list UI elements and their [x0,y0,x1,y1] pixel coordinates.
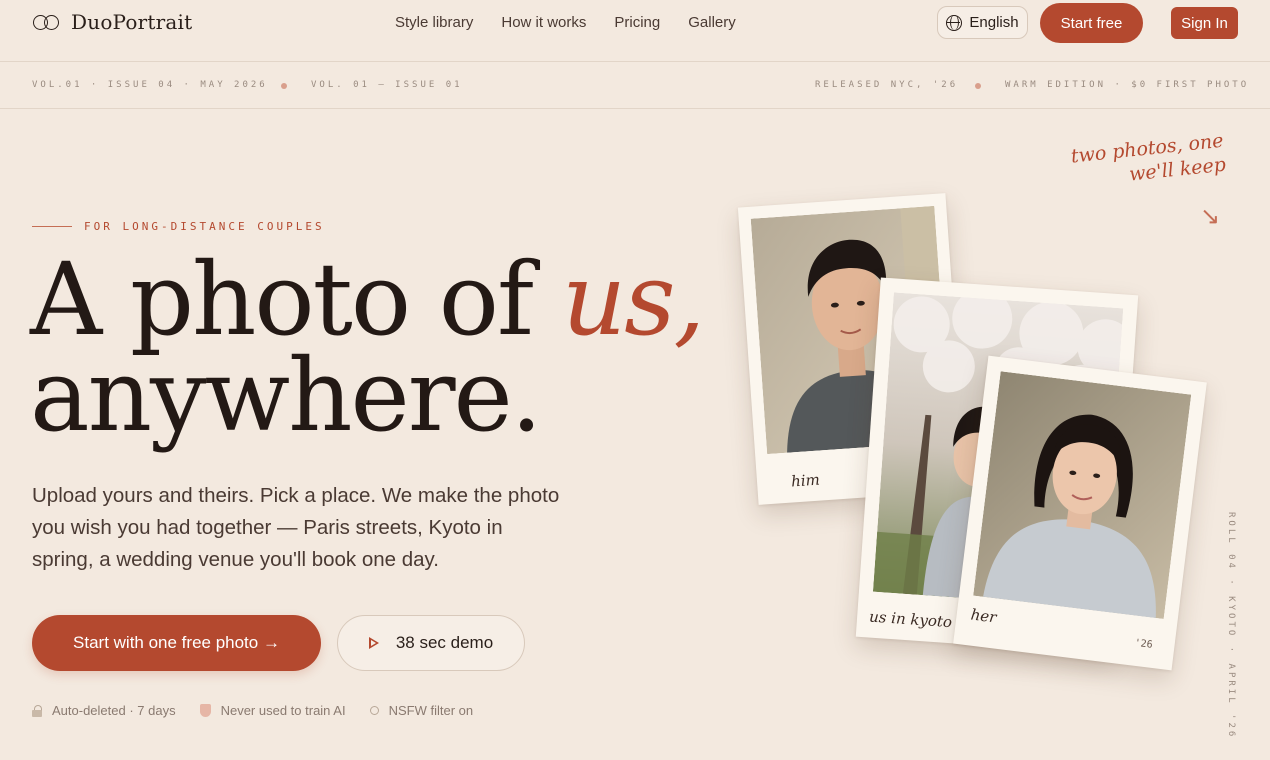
polaroid-caption-us: us in kyoto [868,607,953,632]
vertical-roll-label: ROLL 04 · KYOTO · APRIL '26 [1226,512,1236,740]
trust-item-nsfw: NSFW filter on [369,703,474,718]
eyebrow-text: FOR LONG-DISTANCE COUPLES [84,220,325,233]
headline-accent: us, [561,241,706,358]
brand-name: DuoPortrait [71,10,193,34]
play-icon [368,637,380,649]
nav-link-pricing[interactable]: Pricing [614,14,660,32]
sign-in-button[interactable]: Sign In [1171,7,1238,39]
trust-label: NSFW filter on [388,703,474,718]
brand-logo[interactable]: DuoPortrait [33,10,192,34]
top-nav: DuoPortrait Style library How it works P… [0,0,1270,62]
portrait-woman-image [973,371,1192,619]
rings-icon [33,12,61,32]
ticker-issue: VOL.01 · ISSUE 04 · MAY 2026 [32,80,268,90]
polaroid-caption-her: her [969,605,998,627]
portrait-her-photo [973,371,1192,619]
shield-icon [199,704,211,717]
trust-item-auto-delete: Auto-deleted · 7 days [32,703,176,718]
trust-item-no-training: Never used to train AI [199,703,346,718]
eyebrow-rule [32,226,72,227]
language-selector[interactable]: English [937,6,1028,39]
demo-button[interactable]: 38 sec demo [337,615,525,671]
demo-label: 38 sec demo [395,633,494,652]
ticker-edition: WARM EDITION · $0 FIRST PHOTO [1005,80,1250,90]
arrow-down-right-icon: ↘ [1200,203,1221,230]
nav-link-gallery[interactable]: Gallery [688,14,736,32]
trust-badges: Auto-deleted · 7 days Never used to trai… [32,703,473,718]
ticker-dot [975,83,981,89]
trust-label: Auto-deleted · 7 days [52,703,176,718]
headline-part-2: anywhere. [30,337,542,454]
filter-icon [369,706,379,715]
polaroid-year: '26 [1133,637,1154,651]
ticker-released: RELEASED NYC, '26 [815,80,959,90]
ticker-dot [281,83,287,89]
hero-eyebrow: FOR LONG-DISTANCE COUPLES [32,220,325,233]
polaroid-her: her '26 [953,355,1207,671]
trust-label: Never used to train AI [220,703,346,718]
polaroid-caption-him: him [790,470,821,491]
globe-icon [946,14,963,31]
lock-icon [32,704,42,717]
handwritten-tagline: two photos, one we'll keep [1069,129,1227,186]
issue-ticker: VOL.01 · ISSUE 04 · MAY 2026 VOL. 01 — I… [0,63,1270,109]
hero-headline: A photo of us, anywhere. [30,250,705,446]
start-free-photo-button[interactable]: Start with one free photo → [32,615,321,671]
ticker-volume: VOL. 01 — ISSUE 01 [311,80,463,90]
nav-link-how-it-works[interactable]: How it works [501,14,586,32]
nav-links: Style library How it works Pricing Galle… [395,14,736,32]
language-label: English [969,14,1019,31]
hero-subtitle: Upload yours and theirs. Pick a place. W… [32,484,560,571]
start-free-button[interactable]: Start free [1040,3,1143,43]
nav-link-style-library[interactable]: Style library [395,14,473,32]
